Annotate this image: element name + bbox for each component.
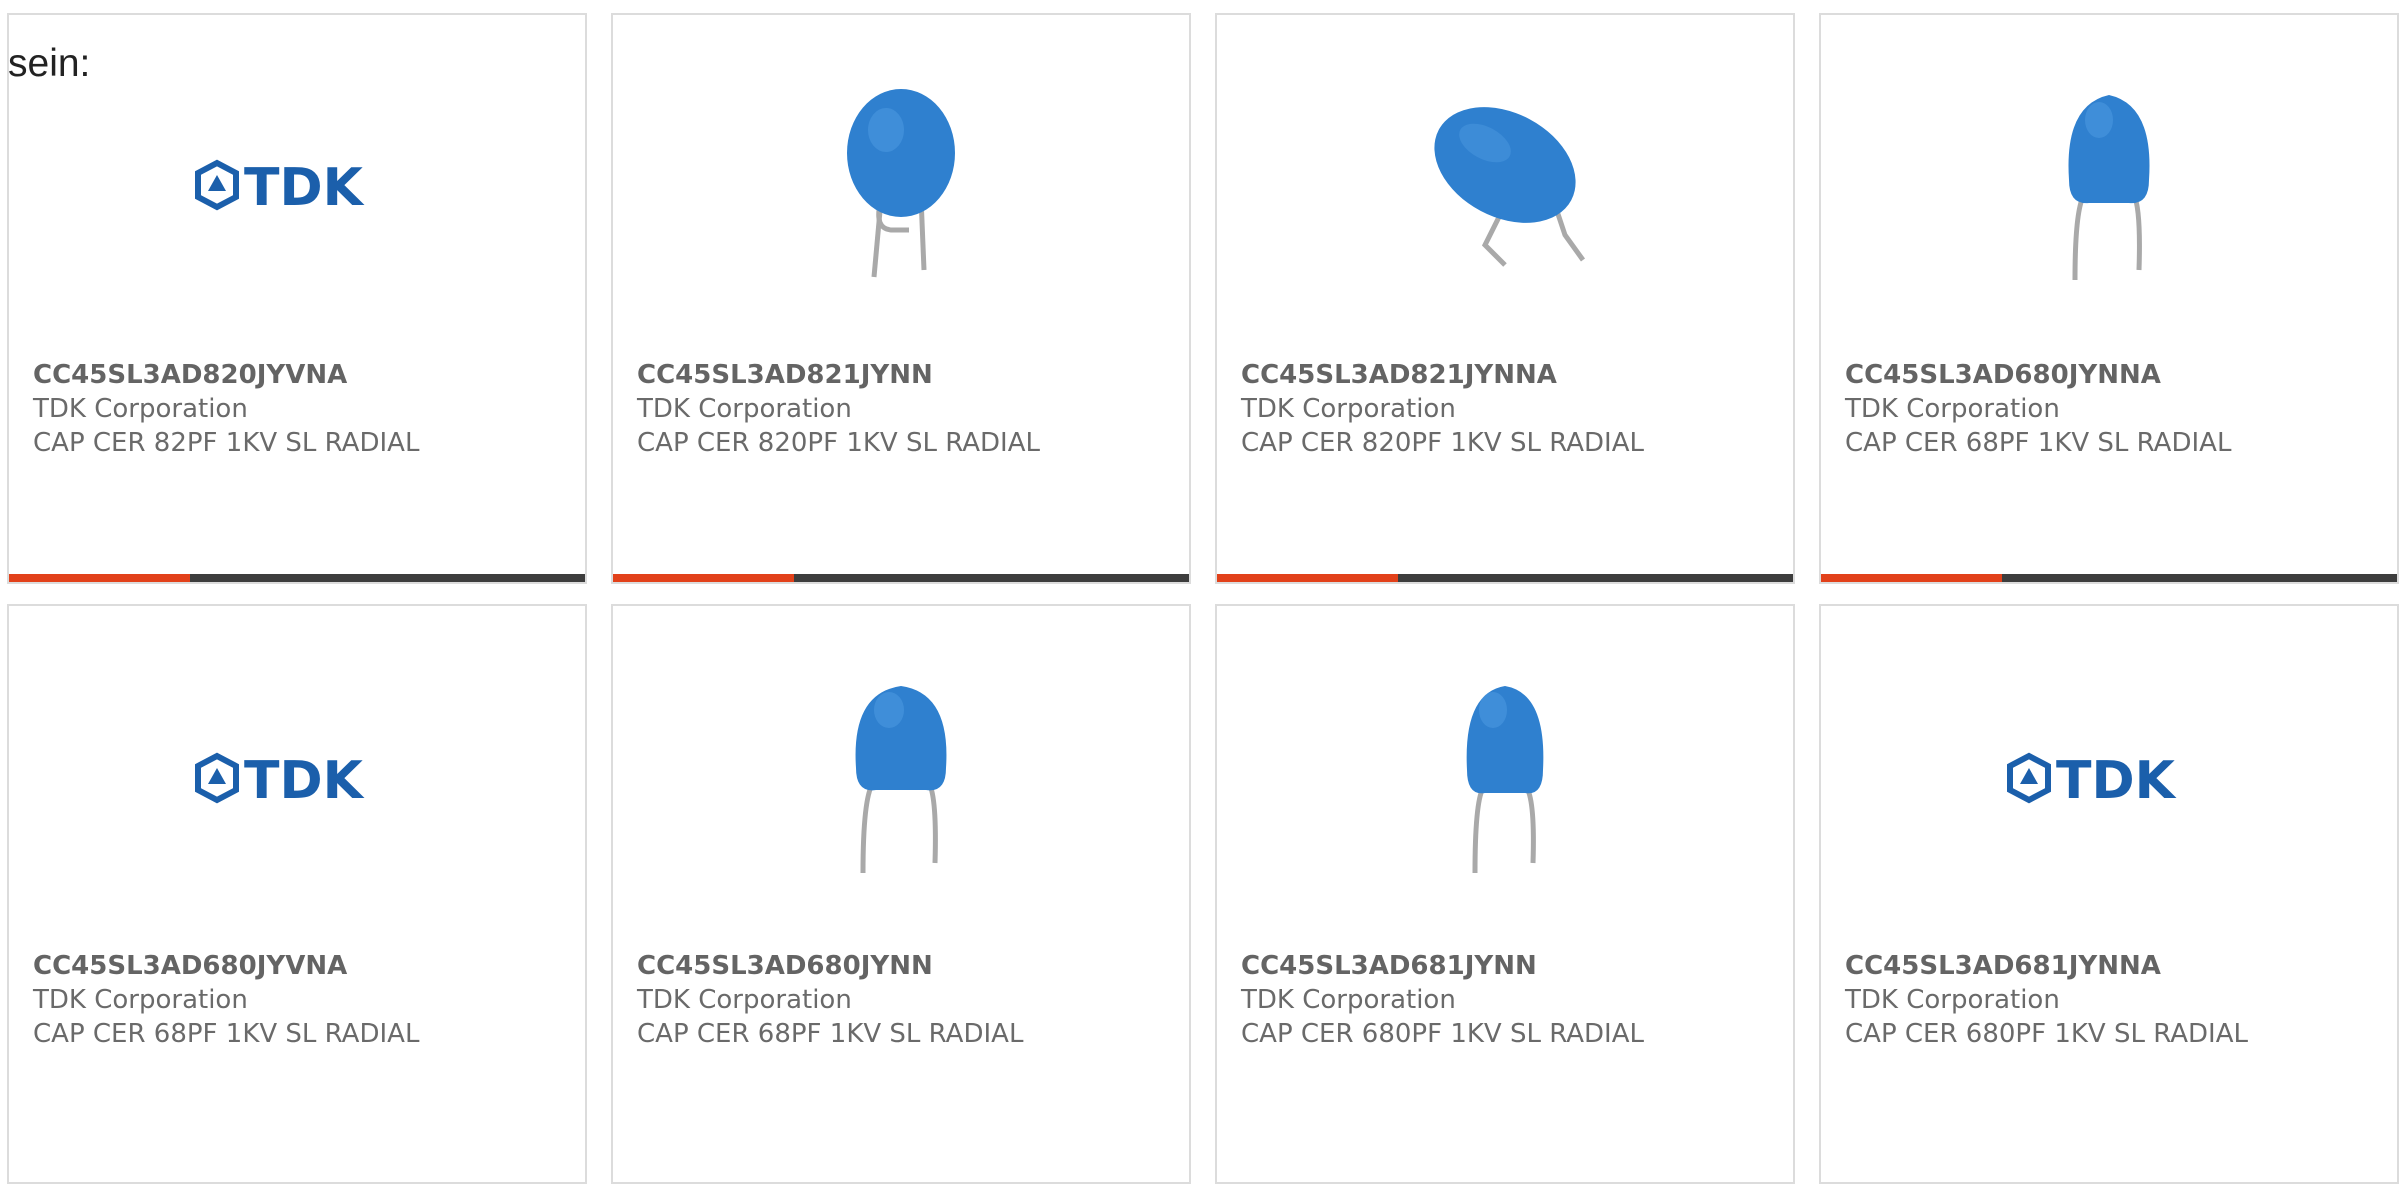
part-number[interactable]: CC45SL3AD680JYNNA — [1845, 358, 2387, 392]
product-info: CC45SL3AD681JYNN TDK Corporation CAP CER… — [1241, 949, 1783, 1051]
part-number[interactable]: CC45SL3AD681JYNN — [1241, 949, 1783, 983]
product-info: CC45SL3AD680JYVNA TDK Corporation CAP CE… — [33, 949, 575, 1051]
card-accent-bar — [1217, 574, 1398, 582]
tdk-logo-icon: TDK — [195, 751, 365, 808]
card-accent-bar — [9, 574, 190, 582]
card-bottom-bar — [1821, 574, 2397, 582]
product-image — [1217, 668, 1793, 888]
tdk-logo-icon: TDK — [2007, 751, 2177, 808]
product-grid: TDK CC45SL3AD820JYVNA TDK Corporation CA… — [7, 13, 2399, 1184]
tdk-logo-icon: TDK — [195, 158, 365, 215]
product-card[interactable]: TDK CC45SL3AD681JYNNA TDK Corporation CA… — [1819, 604, 2399, 1184]
capacitor-icon — [1434, 107, 1586, 267]
manufacturer: TDK Corporation — [1241, 985, 1456, 1015]
card-accent-bar — [1821, 574, 2002, 582]
part-number[interactable]: CC45SL3AD821JYNN — [637, 358, 1179, 392]
manufacturer: TDK Corporation — [1241, 394, 1456, 424]
part-number[interactable]: CC45SL3AD821JYNNA — [1241, 358, 1783, 392]
product-card[interactable]: CC45SL3AD680JYNNA TDK Corporation CAP CE… — [1819, 13, 2399, 584]
description: CAP CER 82PF 1KV SL RADIAL — [33, 428, 420, 458]
manufacturer: TDK Corporation — [1845, 394, 2060, 424]
product-info: CC45SL3AD821JYNN TDK Corporation CAP CER… — [637, 358, 1179, 460]
manufacturer: TDK Corporation — [33, 985, 248, 1015]
product-card[interactable]: TDK CC45SL3AD680JYVNA TDK Corporation CA… — [7, 604, 587, 1184]
part-number[interactable]: CC45SL3AD820JYVNA — [33, 358, 575, 392]
part-number[interactable]: CC45SL3AD680JYNN — [637, 949, 1179, 983]
capacitor-icon — [847, 89, 955, 278]
svg-text:TDK: TDK — [2056, 751, 2177, 808]
product-image — [1821, 75, 2397, 295]
manufacturer: TDK Corporation — [637, 985, 852, 1015]
part-number[interactable]: CC45SL3AD681JYNNA — [1845, 949, 2387, 983]
manufacturer: TDK Corporation — [1845, 985, 2060, 1015]
product-image: TDK — [9, 75, 585, 295]
product-info: CC45SL3AD820JYVNA TDK Corporation CAP CE… — [33, 358, 575, 460]
card-bottom-bar — [1217, 574, 1793, 582]
intro-text: sein: — [8, 42, 91, 85]
manufacturer: TDK Corporation — [637, 394, 852, 424]
description: CAP CER 68PF 1KV SL RADIAL — [1845, 428, 2232, 458]
description: CAP CER 680PF 1KV SL RADIAL — [1241, 1019, 1644, 1049]
description: CAP CER 820PF 1KV SL RADIAL — [1241, 428, 1644, 458]
product-card[interactable]: CC45SL3AD680JYNN TDK Corporation CAP CER… — [611, 604, 1191, 1184]
capacitor-icon — [1466, 686, 1544, 874]
description: CAP CER 680PF 1KV SL RADIAL — [1845, 1019, 2248, 1049]
part-number[interactable]: CC45SL3AD680JYVNA — [33, 949, 575, 983]
card-accent-bar — [613, 574, 794, 582]
description: CAP CER 820PF 1KV SL RADIAL — [637, 428, 1040, 458]
product-info: CC45SL3AD821JYNNA TDK Corporation CAP CE… — [1241, 358, 1783, 460]
product-card[interactable]: CC45SL3AD821JYNNA TDK Corporation CAP CE… — [1215, 13, 1795, 584]
svg-text:TDK: TDK — [244, 751, 365, 808]
product-image — [613, 75, 1189, 295]
card-bottom-bar — [9, 574, 585, 582]
description: CAP CER 68PF 1KV SL RADIAL — [637, 1019, 1024, 1049]
manufacturer: TDK Corporation — [33, 394, 248, 424]
product-info: CC45SL3AD680JYNNA TDK Corporation CAP CE… — [1845, 358, 2387, 460]
product-image — [1217, 75, 1793, 295]
card-bottom-bar — [613, 574, 1189, 582]
product-info: CC45SL3AD680JYNN TDK Corporation CAP CER… — [637, 949, 1179, 1051]
product-image: TDK — [1821, 668, 2397, 888]
product-card[interactable]: CC45SL3AD821JYNN TDK Corporation CAP CER… — [611, 13, 1191, 584]
capacitor-icon — [855, 686, 947, 874]
product-info: CC45SL3AD681JYNNA TDK Corporation CAP CE… — [1845, 949, 2387, 1051]
svg-text:TDK: TDK — [244, 158, 365, 215]
description: CAP CER 68PF 1KV SL RADIAL — [33, 1019, 420, 1049]
capacitor-icon — [2068, 95, 2150, 281]
product-card[interactable]: TDK CC45SL3AD820JYVNA TDK Corporation CA… — [7, 13, 587, 584]
product-image — [613, 668, 1189, 888]
product-image: TDK — [9, 668, 585, 888]
product-card[interactable]: CC45SL3AD681JYNN TDK Corporation CAP CER… — [1215, 604, 1795, 1184]
